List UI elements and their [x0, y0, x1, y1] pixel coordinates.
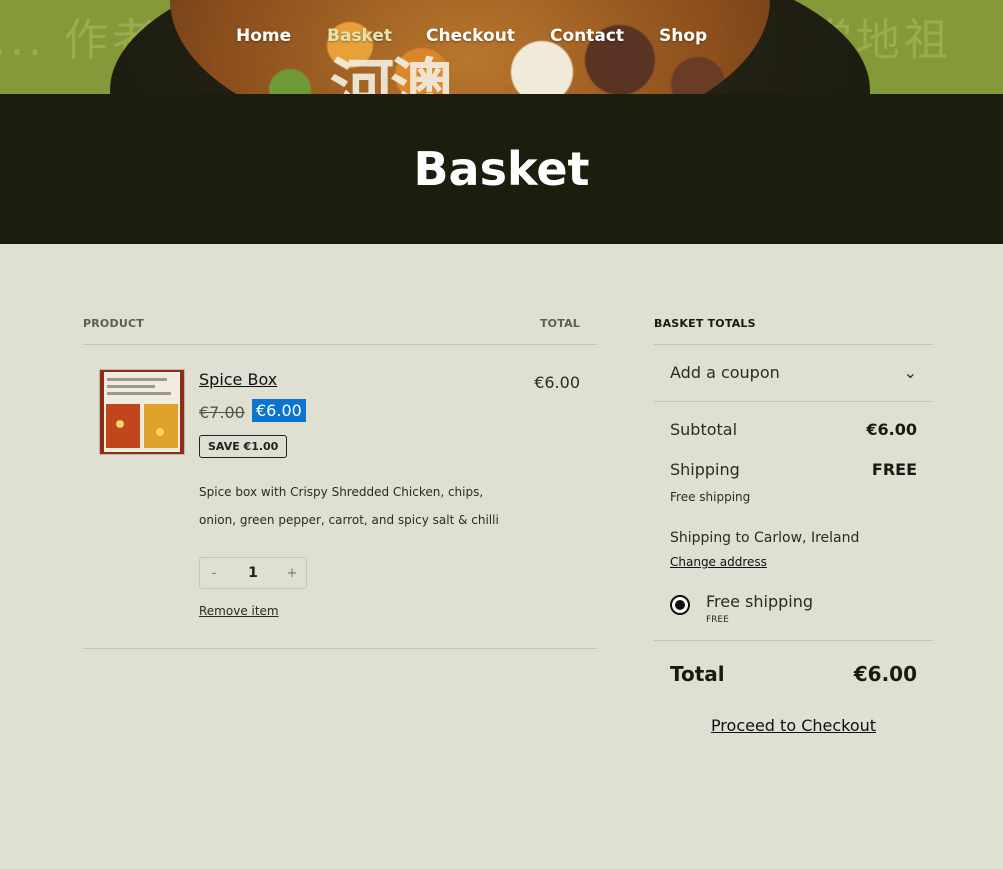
basket-totals-panel: BASKET TOTALS Add a coupon ⌄ Subtotal €6…: [654, 317, 933, 735]
subtotal-row: Subtotal €6.00: [670, 420, 917, 439]
menu-line: [107, 385, 155, 388]
menu-sheet-image: [104, 372, 180, 452]
menu-line: [107, 392, 171, 395]
shipping-method: Free shipping: [670, 490, 751, 504]
shipping-value: FREE: [871, 460, 917, 479]
shipping-option-radio[interactable]: [670, 595, 690, 615]
product-name-link[interactable]: Spice Box: [199, 370, 277, 389]
shipping-option-label[interactable]: Free shipping: [706, 592, 813, 611]
menu-dot: [156, 428, 164, 436]
hero-food-image: [170, 0, 770, 94]
shipping-option-price: FREE: [706, 615, 729, 625]
price-original: €7.00: [199, 403, 245, 422]
coupon-label: Add a coupon: [670, 363, 780, 382]
chevron-down-icon: ⌄: [903, 363, 917, 382]
divider: [83, 648, 597, 649]
divider: [654, 344, 933, 345]
menu-line: [107, 378, 167, 381]
total-label: Total: [670, 662, 725, 686]
nav-checkout[interactable]: Checkout: [426, 26, 515, 46]
quantity-input[interactable]: 1: [228, 565, 278, 581]
subtotal-value: €6.00: [866, 420, 917, 439]
divider: [83, 344, 597, 345]
nav-basket[interactable]: Basket: [327, 26, 392, 46]
grand-total-row: Total €6.00: [670, 662, 917, 686]
menu-panel: [144, 404, 178, 448]
shipping-row: Shipping FREE: [670, 460, 917, 479]
column-header-total: TOTAL: [539, 317, 580, 330]
page-title: Basket: [413, 142, 590, 196]
coupon-toggle[interactable]: Add a coupon ⌄: [670, 363, 917, 382]
shipping-label: Shipping: [670, 460, 740, 479]
change-address-link[interactable]: Change address: [670, 555, 767, 569]
subtotal-label: Subtotal: [670, 420, 738, 439]
save-badge: SAVE €1.00: [199, 435, 288, 458]
quantity-increase-button[interactable]: +: [278, 566, 306, 581]
menu-dot: [116, 420, 124, 428]
total-value: €6.00: [853, 662, 917, 686]
basket-content: PRODUCT TOTAL Spice Box €7.00 €6.00 SAVE…: [0, 244, 1003, 869]
page-title-bar: Basket: [0, 94, 1003, 244]
remove-item-link[interactable]: Remove item: [199, 604, 279, 618]
nav-home[interactable]: Home: [236, 26, 291, 46]
quantity-decrease-button[interactable]: -: [200, 566, 228, 581]
column-header-product: PRODUCT: [83, 317, 144, 330]
line-total: €6.00: [534, 373, 580, 392]
hero-logo-glyph: 河澳: [330, 53, 454, 94]
nav-contact[interactable]: Contact: [550, 26, 624, 46]
product-description: Spice box with Crispy Shredded Chicken, …: [199, 485, 499, 527]
proceed-to-checkout-button[interactable]: Proceed to Checkout: [654, 716, 933, 735]
cart-table: PRODUCT TOTAL Spice Box €7.00 €6.00 SAVE…: [83, 317, 597, 649]
nav-shop[interactable]: Shop: [659, 26, 707, 46]
divider: [654, 640, 933, 641]
product-thumbnail[interactable]: [99, 369, 185, 455]
hero-banner: ... 作者 為當地祖 河澳 Home Basket Checkout Cont…: [0, 0, 1003, 94]
price-sale: €6.00: [252, 399, 306, 422]
divider: [654, 401, 933, 402]
quantity-stepper: - 1 +: [199, 557, 307, 589]
shipping-destination: Shipping to Carlow, Ireland: [670, 530, 860, 546]
basket-totals-heading: BASKET TOTALS: [654, 317, 756, 330]
